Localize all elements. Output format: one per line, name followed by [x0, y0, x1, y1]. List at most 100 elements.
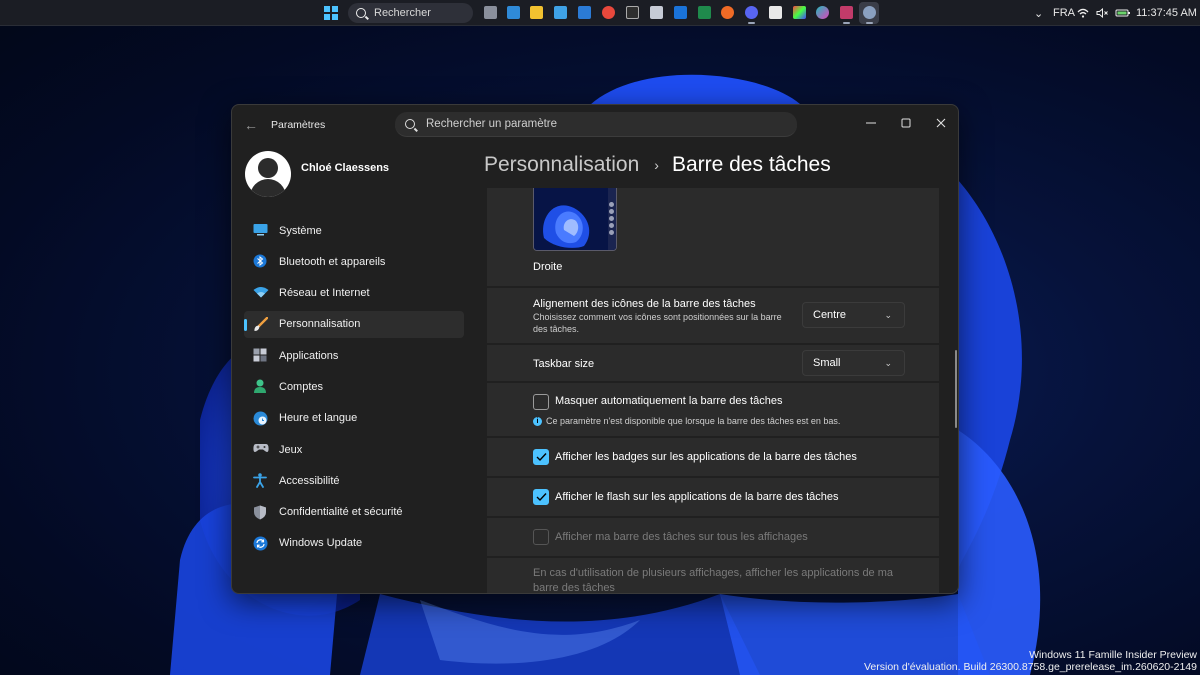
start-button[interactable] — [324, 6, 338, 20]
autohide-row: Masquer automatiquement la barre des tâc… — [487, 383, 939, 436]
autohide-label: Masquer automatiquement la barre des tâc… — [555, 395, 783, 407]
flash-label: Afficher le flash sur les applications d… — [555, 491, 839, 503]
firefox-icon[interactable] — [721, 6, 734, 19]
wifi-icon[interactable] — [1077, 0, 1089, 26]
app-title: Paramètres — [271, 119, 326, 131]
page-title: Barre des tâches — [671, 153, 831, 176]
user-name: Chloé Claessens — [301, 162, 390, 174]
settings-window: ← Paramètres Rechercher un paramètre Chl… — [231, 104, 959, 594]
outlook-icon[interactable] — [674, 6, 687, 19]
taskbar-icons-preview — [609, 202, 614, 237]
person-icon — [253, 379, 267, 394]
chrome-icon[interactable] — [602, 6, 615, 19]
settings-icon[interactable] — [863, 6, 876, 24]
sidebar-item-applications[interactable]: Applications — [244, 342, 464, 369]
mail-icon[interactable] — [578, 6, 591, 19]
content-scrollbar[interactable] — [955, 350, 957, 428]
sidebar-item-systeme[interactable]: Système — [244, 217, 464, 244]
multi-display-text: En cas d'utilisation de plusieurs affich… — [533, 567, 894, 594]
sidebar-item-heure-langue[interactable]: Heure et langue — [244, 405, 464, 432]
copilot-icon[interactable] — [816, 6, 829, 19]
alignment-dropdown[interactable]: Centre ⌄ — [802, 302, 905, 328]
apps-icon — [253, 348, 267, 362]
maximize-button[interactable] — [891, 111, 921, 135]
alignment-value: Centre — [813, 309, 847, 321]
badges-checkbox[interactable] — [533, 449, 549, 465]
sidebar-item-windows-update[interactable]: Windows Update — [244, 530, 464, 557]
calculator-icon[interactable] — [650, 6, 663, 19]
store-icon[interactable] — [769, 6, 782, 19]
language-indicator[interactable]: FRA — [1053, 0, 1075, 26]
all-displays-checkbox[interactable] — [533, 529, 549, 545]
sidebar-item-label: Confidentialité et sécurité — [279, 506, 403, 519]
sidebar-item-label: Système — [279, 224, 322, 237]
breadcrumb: Personnalisation › Barre des tâches — [484, 153, 831, 177]
sidebar-item-label: Bluetooth et appareils — [279, 255, 386, 268]
sidebar-item-reseau[interactable]: Réseau et Internet — [244, 280, 464, 307]
search-icon — [405, 119, 415, 129]
battery-icon[interactable] — [1115, 0, 1131, 26]
taskbar-size-dropdown[interactable]: Small ⌄ — [802, 350, 905, 376]
sidebar-item-comptes[interactable]: Comptes — [244, 373, 464, 400]
minimize-button[interactable] — [856, 111, 886, 135]
info-icon: i — [533, 417, 542, 426]
autohide-info: Ce paramètre n'est disponible que lorsqu… — [546, 416, 841, 426]
sidebar-item-label: Applications — [279, 349, 339, 362]
badges-label: Afficher les badges sur les applications… — [555, 451, 857, 463]
update-icon — [253, 536, 268, 551]
sidebar-item-bluetooth[interactable]: Bluetooth et appareils — [244, 248, 464, 275]
notepad-icon[interactable] — [554, 6, 567, 19]
sidebar-item-label: Comptes — [279, 380, 324, 393]
breadcrumb-parent[interactable]: Personnalisation — [484, 153, 639, 177]
close-button[interactable] — [926, 111, 956, 135]
sidebar-item-accessibilite[interactable]: Accessibilité — [244, 467, 464, 494]
position-label: Droite — [533, 261, 563, 273]
shield-icon — [253, 505, 267, 520]
back-arrow-icon[interactable]: ← — [244, 117, 258, 133]
taskbar-size-title: Taskbar size — [533, 358, 595, 370]
avatar[interactable] — [245, 151, 291, 197]
bluetooth-icon — [253, 254, 267, 268]
all-displays-label: Afficher ma barre des tâches sur tous le… — [555, 531, 808, 543]
file-explorer-icon[interactable] — [530, 6, 543, 19]
sidebar-item-label: Réseau et Internet — [279, 287, 370, 300]
clock[interactable]: 11:37:45 AM — [1136, 0, 1197, 26]
taskbar-position-preview — [533, 188, 617, 251]
sidebar-item-personnalisation[interactable]: Personnalisation — [244, 310, 464, 338]
sidebar-item-label: Personnalisation — [279, 318, 361, 331]
snipping-tool-icon[interactable] — [840, 6, 853, 24]
gamepad-icon — [253, 442, 269, 456]
discord-icon[interactable] — [745, 6, 758, 24]
tray-overflow-chevron[interactable]: ⌄ — [1034, 0, 1043, 26]
multi-display-row: En cas d'utilisation de plusieurs affich… — [487, 558, 939, 594]
search-icon — [356, 8, 366, 18]
photos-icon[interactable] — [507, 6, 520, 19]
accessibility-icon — [253, 473, 267, 489]
brush-icon — [253, 316, 269, 331]
autohide-checkbox[interactable] — [533, 394, 549, 410]
breadcrumb-separator: › — [654, 157, 659, 173]
taskbar-search[interactable]: Rechercher — [348, 3, 473, 23]
settings-search-placeholder: Rechercher un paramètre — [426, 118, 558, 130]
volume-muted-icon[interactable] — [1096, 0, 1109, 26]
watermark-line-1: Windows 11 Famille Insider Preview — [1029, 649, 1197, 661]
sidebar-nav: Système Bluetooth et appareils Réseau et… — [244, 217, 464, 561]
sidebar-item-confidentialite[interactable]: Confidentialité et sécurité — [244, 499, 464, 526]
task-view-icon[interactable] — [484, 6, 497, 19]
terminal-icon[interactable] — [626, 6, 639, 19]
sidebar-item-jeux[interactable]: Jeux — [244, 436, 464, 463]
excel-icon[interactable] — [698, 6, 711, 19]
taskbar-size-value: Small — [813, 357, 841, 369]
settings-search-input[interactable]: Rechercher un paramètre — [395, 112, 797, 137]
sidebar-item-label: Windows Update — [279, 537, 363, 550]
sidebar-item-label: Jeux — [279, 443, 303, 456]
flash-checkbox[interactable] — [533, 489, 549, 505]
watermark-line-2: Version d'évaluation. Build 26300.8758.g… — [863, 661, 1197, 673]
all-displays-row: Afficher ma barre des tâches sur tous le… — [487, 518, 939, 556]
chevron-down-icon: ⌄ — [884, 358, 892, 368]
paint-icon[interactable] — [793, 6, 806, 19]
taskbar: Rechercher ⌄ FRA 11:37:45 AM — [0, 0, 1200, 26]
taskbar-search-placeholder: Rechercher — [374, 7, 431, 19]
behavior-preview-card: Droite — [487, 188, 939, 286]
settings-content: Droite Alignement des icônes de la barre… — [487, 188, 939, 594]
